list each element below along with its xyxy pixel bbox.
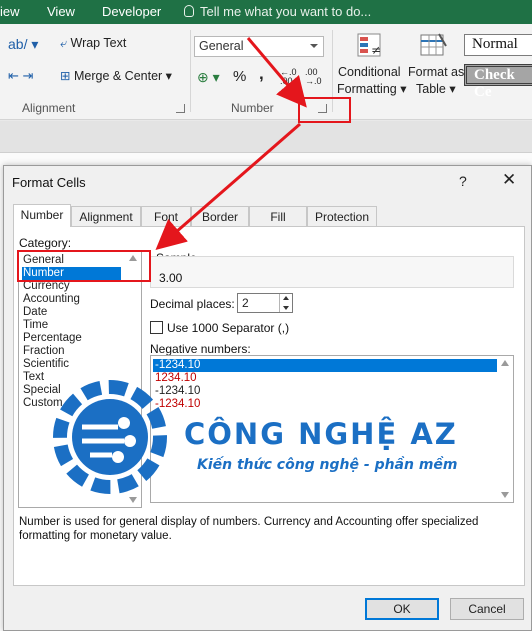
spin-down-icon[interactable] xyxy=(283,306,289,310)
use-1000-separator-label[interactable]: Use 1000 Separator (,) xyxy=(167,321,289,335)
number-group-label: Number xyxy=(231,101,274,115)
help-button[interactable]: ? xyxy=(459,173,467,189)
increase-decimal-button[interactable]: ←.0 .00 xyxy=(280,68,302,86)
use-1000-separator-checkbox[interactable] xyxy=(150,321,163,334)
scroll-down-icon[interactable] xyxy=(501,492,509,498)
dialog-title: Format Cells xyxy=(12,175,86,190)
watermark-subtitle: Kiến thức công nghệ - phần mềm xyxy=(197,457,458,473)
sample-box: 3.00 xyxy=(150,256,514,288)
accounting-format-icon[interactable]: ⊕ ▾ xyxy=(197,69,220,86)
negative-numbers-scrollbar[interactable] xyxy=(497,356,513,502)
category-list[interactable]: General Number Currency Accounting Date … xyxy=(18,250,142,508)
category-date[interactable]: Date xyxy=(22,306,121,319)
tell-me-search[interactable]: Tell me what you want to do... xyxy=(184,4,371,19)
wrap-text-icon: ⤶ xyxy=(60,36,68,50)
ribbon-tab-bar: iew View Developer Tell me what you want… xyxy=(0,0,532,24)
category-time[interactable]: Time xyxy=(22,319,121,332)
sample-value: 3.00 xyxy=(159,271,183,285)
category-label: Category: xyxy=(19,236,72,250)
highlight-number-category xyxy=(17,250,151,282)
svg-text:≠: ≠ xyxy=(371,43,381,57)
tab-view[interactable]: View xyxy=(47,4,75,19)
negative-option[interactable]: -1234.10 xyxy=(153,385,497,398)
highlight-number-launcher xyxy=(298,97,351,123)
category-scientific[interactable]: Scientific xyxy=(22,358,121,371)
cancel-button[interactable]: Cancel xyxy=(450,598,524,620)
tab-protection[interactable]: Protection xyxy=(307,206,377,226)
negative-option[interactable]: -1234.10 xyxy=(153,398,497,411)
wrap-text-button[interactable]: ⤶ Wrap Text xyxy=(60,36,126,51)
watermark-title: CÔNG NGHỆ AZ xyxy=(184,417,458,451)
category-text[interactable]: Text xyxy=(22,371,121,384)
decimal-places-label: Decimal places: xyxy=(150,297,235,311)
tab-number[interactable]: Number xyxy=(13,204,71,227)
close-icon[interactable]: ✕ xyxy=(502,170,516,190)
tab-developer[interactable]: Developer xyxy=(102,4,161,19)
lightbulb-icon xyxy=(184,5,194,17)
category-percentage[interactable]: Percentage xyxy=(22,332,121,345)
format-cells-dialog: Format Cells ? ✕ Number Alignment Font B… xyxy=(3,165,532,631)
number-format-select[interactable]: General xyxy=(194,36,324,57)
tab-font[interactable]: Font xyxy=(141,206,191,226)
cell-style-normal[interactable]: Normal xyxy=(464,34,532,56)
alignment-group-label: Alignment xyxy=(22,101,76,115)
merge-icon: ⊞ xyxy=(60,69,71,83)
negative-numbers-label: Negative numbers: xyxy=(150,342,251,356)
comma-style-button[interactable]: , xyxy=(259,64,264,84)
chevron-down-icon xyxy=(310,44,318,48)
format-as-table-icon xyxy=(420,33,447,56)
category-fraction[interactable]: Fraction xyxy=(22,345,121,358)
tab-alignment[interactable]: Alignment xyxy=(71,206,141,226)
tell-me-text: Tell me what you want to do... xyxy=(200,4,372,19)
cell-style-check-cell[interactable]: Check Ce xyxy=(464,64,532,100)
decimal-places-input[interactable]: 2 xyxy=(237,293,293,313)
decimal-places-spinner[interactable] xyxy=(279,294,292,312)
formula-bar-area xyxy=(0,121,532,153)
indent-icon[interactable]: ⇤ ⇥ xyxy=(8,68,33,84)
category-accounting[interactable]: Accounting xyxy=(22,293,121,306)
tab-fill[interactable]: Fill xyxy=(249,206,307,226)
category-custom[interactable]: Custom xyxy=(22,397,121,410)
conditional-formatting-icon: ≠ xyxy=(357,33,381,57)
group-divider xyxy=(190,30,191,112)
scroll-down-icon[interactable] xyxy=(129,497,137,503)
category-description: Number is used for general display of nu… xyxy=(19,516,479,542)
decrease-decimal-button[interactable]: .00 →.0 xyxy=(305,68,327,86)
ribbon: ab/ ▾ ⇤ ⇥ ⤶ Wrap Text ⊞ Merge & Center ▾… xyxy=(0,24,532,120)
percent-style-button[interactable]: % xyxy=(233,68,246,85)
negative-option[interactable]: 1234.10 xyxy=(153,372,497,385)
scroll-up-icon[interactable] xyxy=(501,360,509,366)
orientation-icon[interactable]: ab/ ▾ xyxy=(8,36,38,53)
category-scrollbar[interactable] xyxy=(125,251,141,507)
ok-button[interactable]: OK xyxy=(365,598,439,620)
spin-up-icon[interactable] xyxy=(283,296,289,300)
category-special[interactable]: Special xyxy=(22,384,121,397)
merge-center-button[interactable]: ⊞ Merge & Center ▾ xyxy=(60,68,172,83)
alignment-dialog-launcher[interactable] xyxy=(176,104,185,113)
tab-review[interactable]: iew xyxy=(0,4,20,19)
negative-option[interactable]: -1234.10 xyxy=(153,359,497,372)
tab-border[interactable]: Border xyxy=(191,206,249,226)
